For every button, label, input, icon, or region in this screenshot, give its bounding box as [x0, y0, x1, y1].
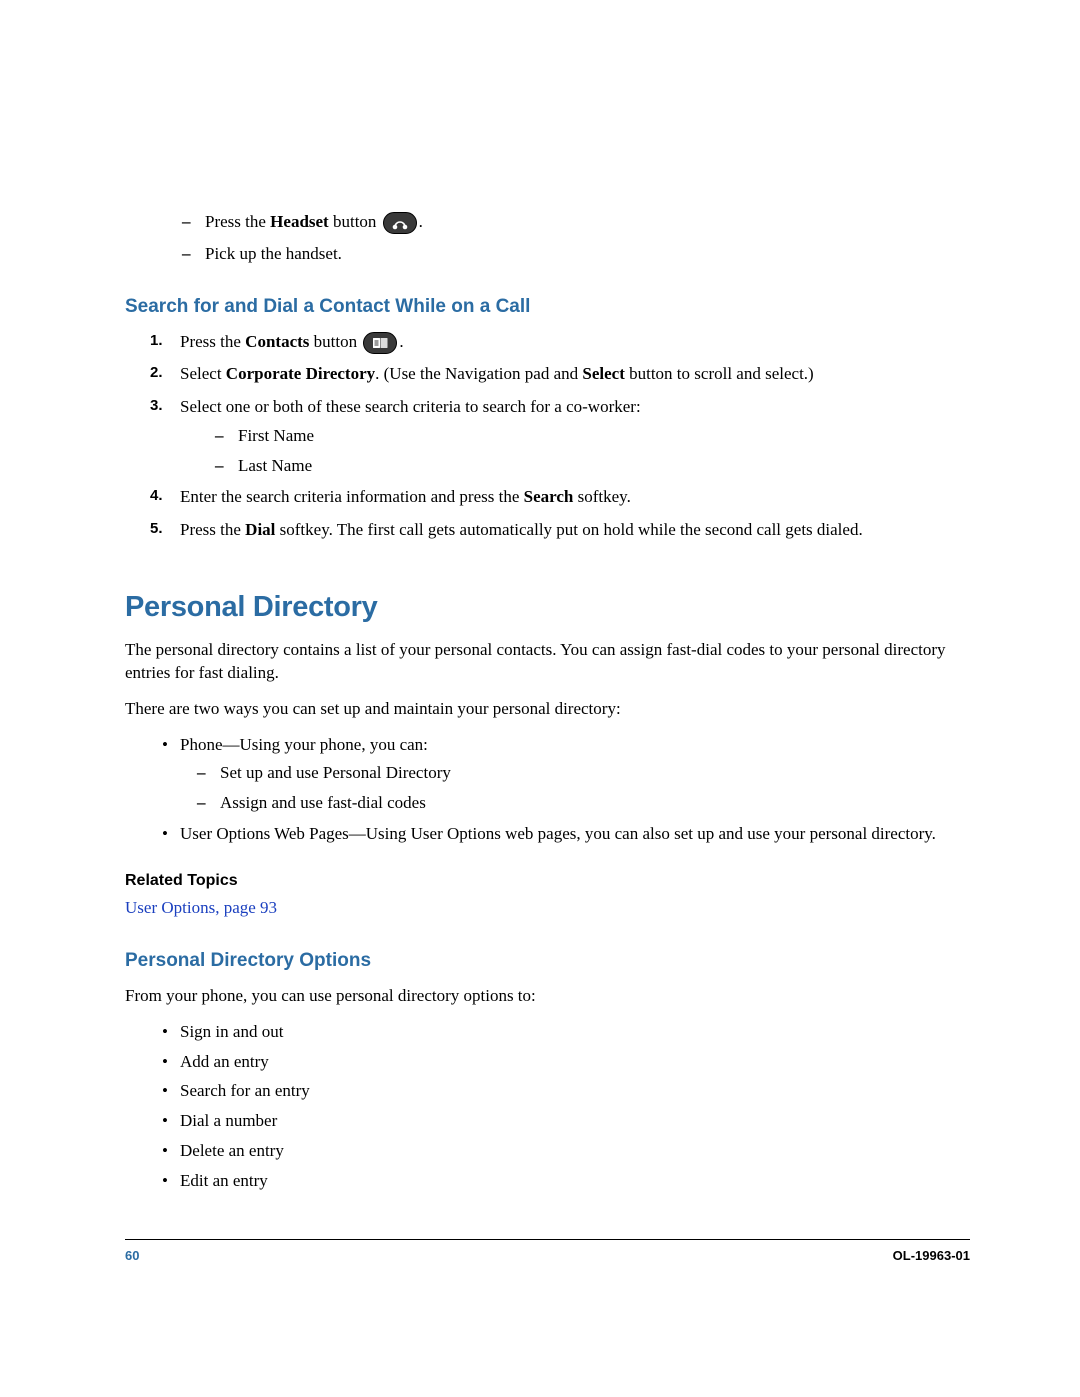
document-id: OL-19963-01	[893, 1248, 970, 1263]
text-fragment: . (Use the Navigation pad and	[375, 364, 582, 383]
text-fragment: Press the	[205, 212, 270, 231]
list-item: Phone—Using your phone, you can: Set up …	[180, 733, 970, 814]
related-topics-heading: Related Topics	[125, 872, 970, 890]
pd-sub-list: Set up and use Personal Directory Assign…	[180, 761, 970, 815]
step-number: 1.	[150, 330, 163, 352]
text-fragment: Press the	[180, 520, 245, 539]
step-number: 5.	[150, 518, 163, 540]
text-fragment: button	[329, 212, 381, 231]
page-number: 60	[125, 1248, 139, 1263]
list-item: Dial a number	[180, 1109, 970, 1133]
heading-search-contact: Search for and Dial a Contact While on a…	[125, 296, 970, 318]
text-fragment: Select	[180, 364, 226, 383]
list-item: Search for an entry	[180, 1079, 970, 1103]
text-fragment: softkey. The first call gets automatical…	[275, 520, 862, 539]
step-number: 2.	[150, 362, 163, 384]
list-item: Sign in and out	[180, 1020, 970, 1044]
pd-para-2: There are two ways you can set up and ma…	[125, 697, 970, 721]
pd-ways-list: Phone—Using your phone, you can: Set up …	[125, 733, 970, 846]
list-item: Set up and use Personal Directory	[220, 761, 970, 785]
text-fragment: button to scroll and select.)	[625, 364, 814, 383]
heading-personal-directory: Personal Directory	[125, 591, 970, 624]
step-number: 3.	[150, 395, 163, 417]
user-options-link[interactable]: User Options, page 93	[125, 898, 277, 917]
bold-dial: Dial	[245, 520, 275, 539]
bold-contacts: Contacts	[245, 332, 309, 351]
step-item: 2. Select Corporate Directory. (Use the …	[180, 362, 970, 387]
pd-para-1: The personal directory contains a list o…	[125, 638, 970, 686]
list-item: Press the Headset button .	[205, 210, 970, 234]
list-item: Pick up the handset.	[205, 242, 970, 266]
step-item: 5. Press the Dial softkey. The first cal…	[180, 518, 970, 543]
list-item: User Options Web Pages—Using User Option…	[180, 822, 970, 846]
bold-select: Select	[582, 364, 624, 383]
text-fragment: Select one or both of these search crite…	[180, 397, 641, 416]
text-fragment: button	[309, 332, 361, 351]
criteria-list: First Name Last Name	[180, 424, 970, 478]
numbered-steps: 1. Press the Contacts button . 2. Select…	[125, 330, 970, 543]
text-fragment: .	[419, 212, 423, 231]
pdo-intro: From your phone, you can use personal di…	[125, 984, 970, 1008]
page-footer: 60 OL-19963-01	[125, 1239, 970, 1263]
text-fragment: softkey.	[573, 487, 630, 506]
list-item: Edit an entry	[180, 1169, 970, 1193]
pdo-list: Sign in and out Add an entry Search for …	[125, 1020, 970, 1193]
list-item: Add an entry	[180, 1050, 970, 1074]
bold-corp-dir: Corporate Directory	[226, 364, 375, 383]
list-item: Last Name	[238, 454, 970, 478]
step-item: 3. Select one or both of these search cr…	[180, 395, 970, 477]
headset-icon	[383, 212, 417, 234]
text-fragment: .	[399, 332, 403, 351]
list-item: First Name	[238, 424, 970, 448]
list-item: Assign and use fast-dial codes	[220, 791, 970, 815]
text-fragment: Phone—Using your phone, you can:	[180, 735, 428, 754]
list-item: Delete an entry	[180, 1139, 970, 1163]
intro-dash-list: Press the Headset button . Pick up the h…	[125, 210, 970, 266]
bold-search: Search	[524, 487, 574, 506]
text-fragment: Press the	[180, 332, 245, 351]
step-item: 4. Enter the search criteria information…	[180, 485, 970, 510]
heading-pd-options: Personal Directory Options	[125, 950, 970, 972]
related-link-row: User Options, page 93	[125, 896, 970, 920]
step-number: 4.	[150, 485, 163, 507]
bold-headset: Headset	[270, 212, 329, 231]
text-fragment: Enter the search criteria information an…	[180, 487, 524, 506]
step-item: 1. Press the Contacts button .	[180, 330, 970, 355]
contacts-icon	[363, 332, 397, 354]
